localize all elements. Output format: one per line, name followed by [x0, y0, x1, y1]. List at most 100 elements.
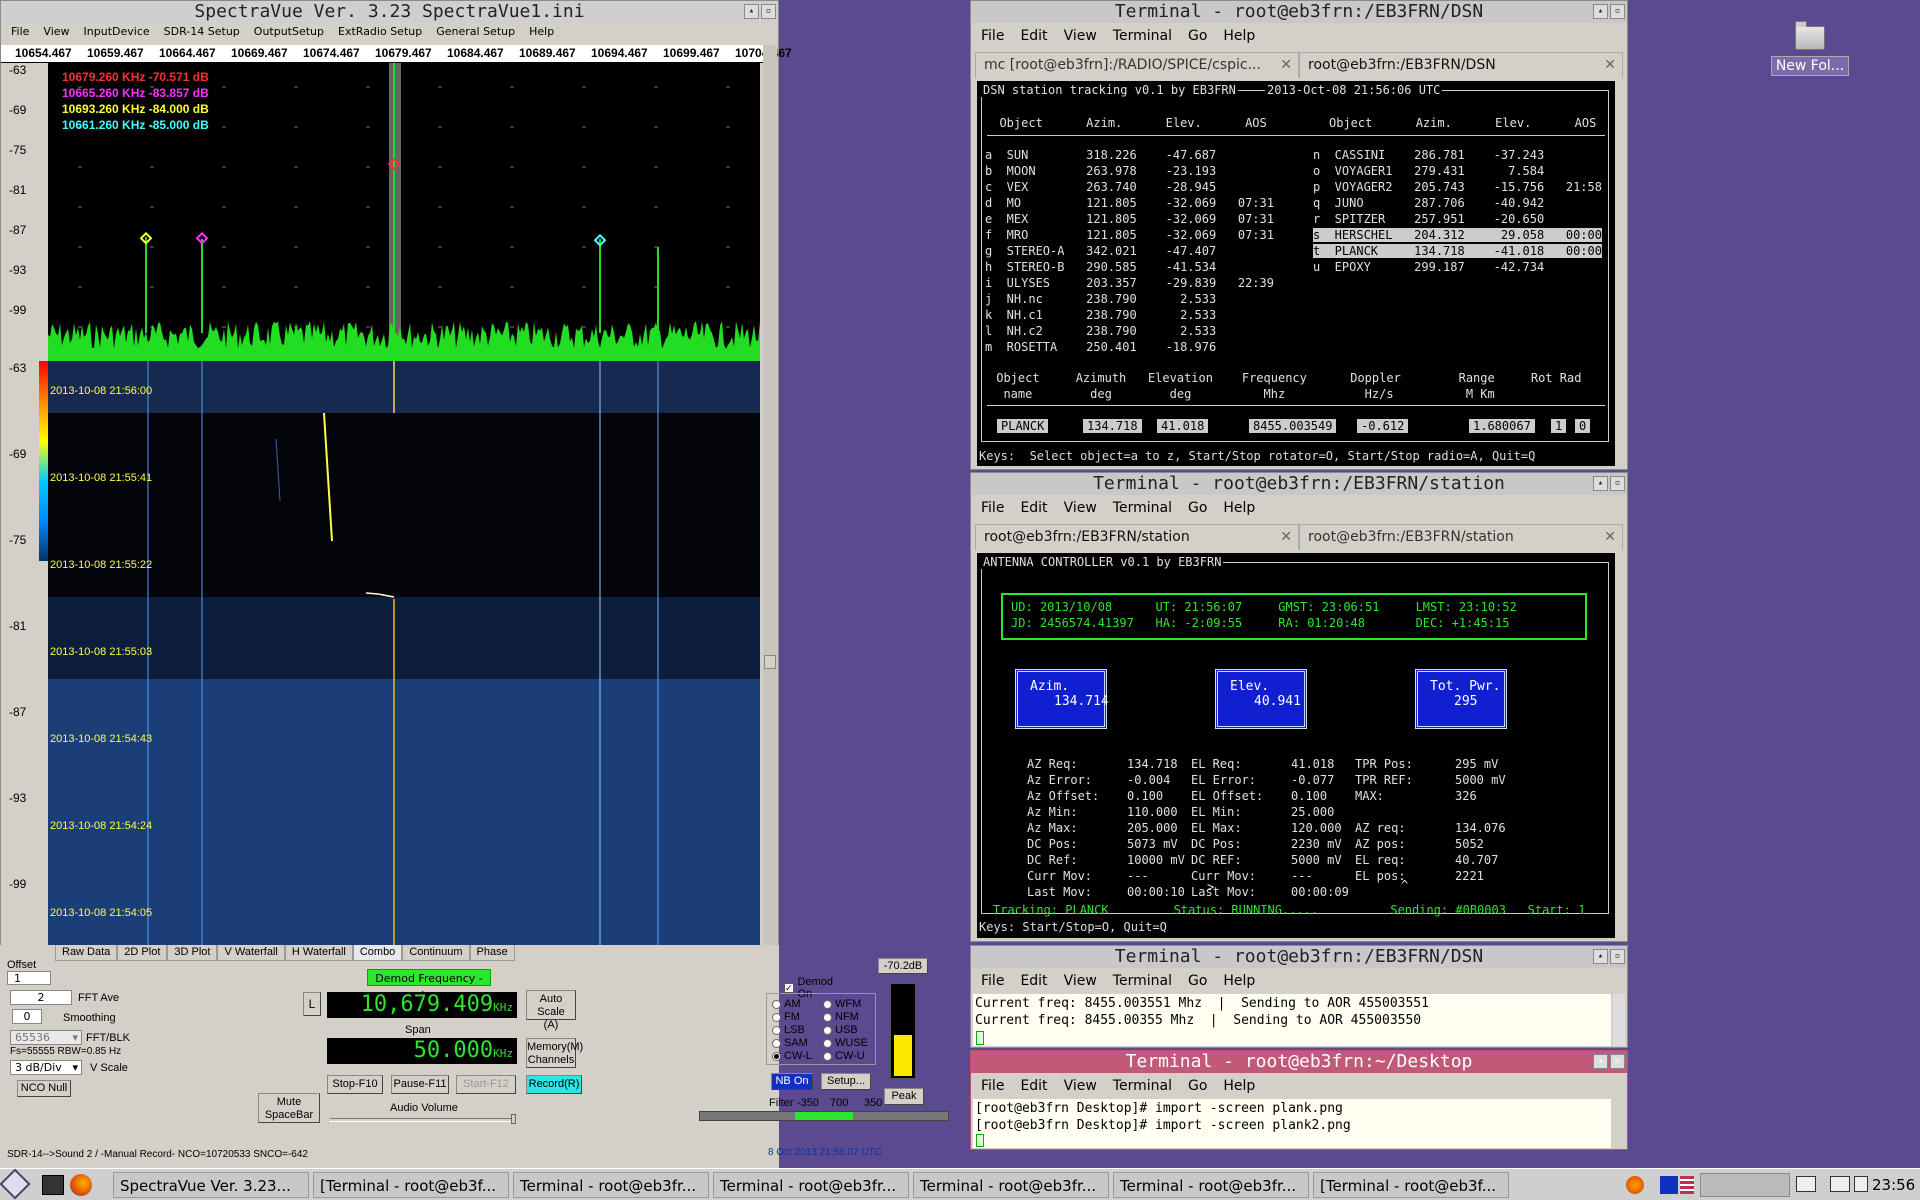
- view-tab-continuum[interactable]: Continuum: [402, 945, 470, 961]
- close-icon[interactable]: ▫: [1610, 949, 1625, 964]
- dsn-object-row[interactable]: f MRO 121.805 -32.069 07:31: [985, 228, 1274, 242]
- mode-usb[interactable]: USB: [823, 1024, 858, 1036]
- menu-edit[interactable]: Edit: [1020, 27, 1047, 45]
- dsn-object-row[interactable]: s HERSCHEL 204.312 29.058 00:00: [1313, 228, 1602, 242]
- menu-file[interactable]: File: [981, 27, 1004, 45]
- minimize-icon[interactable]: ▴: [1593, 476, 1608, 491]
- pause-button[interactable]: Pause-F11: [391, 1075, 449, 1094]
- start-menu-icon[interactable]: [0, 1168, 31, 1200]
- offset-spinner[interactable]: 1: [7, 971, 51, 985]
- menu-edit[interactable]: Edit: [1020, 972, 1047, 990]
- mode-am[interactable]: AM: [772, 998, 801, 1010]
- menu-help[interactable]: Help: [1223, 1077, 1255, 1095]
- menu-help[interactable]: Help: [1223, 972, 1255, 990]
- tray-window-icon-3[interactable]: [1854, 1176, 1868, 1192]
- minimize-icon[interactable]: ▴: [1593, 4, 1608, 19]
- menu-help[interactable]: Help: [529, 23, 554, 41]
- peak-button[interactable]: Peak: [884, 1088, 924, 1105]
- dsn-object-row[interactable]: t PLANCK 134.718 -41.018 00:00: [1313, 244, 1602, 258]
- menu-view[interactable]: View: [1064, 499, 1097, 517]
- menu-edit[interactable]: Edit: [1020, 1077, 1047, 1095]
- minimize-icon[interactable]: ▴: [1593, 1054, 1608, 1069]
- log-scrollbar[interactable]: [1613, 994, 1625, 1046]
- taskbar-item[interactable]: Terminal - root@eb3fr...: [713, 1172, 909, 1198]
- dsn-log-screen[interactable]: Current freq: 8455.003551 Mhz | Sending …: [973, 994, 1611, 1046]
- view-tab-phase[interactable]: Phase: [469, 945, 515, 961]
- terminal-launcher-icon[interactable]: [42, 1175, 64, 1195]
- nb-on-button[interactable]: NB On: [771, 1073, 813, 1090]
- mode-wuse[interactable]: WUSE: [823, 1037, 868, 1049]
- dsn-object-row[interactable]: d MO 121.805 -32.069 07:31: [985, 196, 1274, 210]
- dsn-object-row[interactable]: i ULYSES 203.357 -29.839 22:39: [985, 276, 1274, 290]
- view-tab-3d-plot[interactable]: 3D Plot: [167, 945, 218, 961]
- menu-terminal[interactable]: Terminal: [1113, 27, 1172, 45]
- vertical-scrollbar[interactable]: [763, 45, 777, 945]
- waterfall-display[interactable]: 2013-10-08 21:56:00 2013-10-08 21:55:41 20…: [48, 361, 760, 946]
- close-tab-icon[interactable]: ✕: [1280, 529, 1292, 545]
- spectravue-titlebar[interactable]: SpectraVue Ver. 3.23 SpectraVue1.ini ▴ ▫: [1, 1, 778, 23]
- close-icon[interactable]: ▫: [1610, 1054, 1625, 1069]
- audio-volume-slider[interactable]: [330, 1114, 516, 1124]
- menu-sdr14-setup[interactable]: SDR-14 Setup: [164, 23, 240, 41]
- taskbar-item[interactable]: Terminal - root@eb3fr...: [1113, 1172, 1309, 1198]
- browser-launcher-icon[interactable]: [70, 1174, 92, 1196]
- setup-button[interactable]: Setup...: [821, 1073, 871, 1090]
- taskbar-item[interactable]: Terminal - root@eb3fr...: [913, 1172, 1109, 1198]
- menu-view[interactable]: View: [43, 23, 69, 41]
- tab-dsn[interactable]: root@eb3frn:/EB3FRN/DSN ✕: [1299, 52, 1623, 78]
- span-display[interactable]: 50.000KHz: [327, 1038, 517, 1064]
- tray-window-icon-2[interactable]: [1830, 1176, 1850, 1192]
- desktop-term-screen[interactable]: [root@eb3frn Desktop]# import -screen pl…: [973, 1099, 1611, 1148]
- view-tab-2d-plot[interactable]: 2D Plot: [117, 945, 168, 961]
- filter-slider[interactable]: [699, 1111, 949, 1121]
- menu-view[interactable]: View: [1064, 27, 1097, 45]
- view-tab-h-waterfall[interactable]: H Waterfall: [284, 945, 353, 961]
- clock[interactable]: 23:56: [1872, 1176, 1915, 1194]
- dsn-object-row[interactable]: k NH.c1 238.790 2.533: [985, 308, 1216, 322]
- station-terminal-screen[interactable]: ANTENNA CONTROLLER v0.1 by EB3FRN UD: 20…: [977, 553, 1615, 938]
- menu-terminal[interactable]: Terminal: [1113, 499, 1172, 517]
- mode-cwu[interactable]: CW-U: [823, 1050, 865, 1062]
- desktop-folder-icon[interactable]: New Fol...: [1768, 21, 1852, 76]
- stop-button[interactable]: Stop-F10: [327, 1075, 383, 1094]
- menu-go[interactable]: Go: [1188, 27, 1207, 45]
- mute-button[interactable]: Mute SpaceBar: [258, 1093, 320, 1123]
- taskbar-item[interactable]: Terminal - root@eb3fr...: [513, 1172, 709, 1198]
- close-icon[interactable]: ▫: [1610, 476, 1625, 491]
- menu-view[interactable]: View: [1064, 1077, 1097, 1095]
- menu-file[interactable]: File: [981, 972, 1004, 990]
- menu-extradio-setup[interactable]: ExtRadio Setup: [338, 23, 422, 41]
- dsn-object-row[interactable]: e MEX 121.805 -32.069 07:31: [985, 212, 1274, 226]
- fftblk-select[interactable]: 65536 ▾: [10, 1030, 82, 1045]
- nco-null-button[interactable]: NCO Null: [17, 1080, 71, 1097]
- scrollbar-thumb[interactable]: [764, 655, 776, 669]
- menu-go[interactable]: Go: [1188, 499, 1207, 517]
- menu-outputsetup[interactable]: OutputSetup: [254, 23, 324, 41]
- close-tab-icon[interactable]: ✕: [1280, 57, 1292, 73]
- dsn-object-row[interactable]: o VOYAGER1 279.431 7.584: [1313, 164, 1544, 178]
- menu-go[interactable]: Go: [1188, 1077, 1207, 1095]
- fft-ave-input[interactable]: 2: [10, 990, 72, 1005]
- menu-general-setup[interactable]: General Setup: [436, 23, 515, 41]
- dsn-object-row[interactable]: h STEREO-B 290.585 -41.534: [985, 260, 1216, 274]
- spectrum-plot[interactable]: 10679.260 KHz -70.571 dB 10665.260 KHz -…: [48, 63, 760, 361]
- close-tab-icon[interactable]: ✕: [1604, 529, 1616, 545]
- tray-graph-icon[interactable]: [1680, 1176, 1694, 1194]
- menu-inputdevice[interactable]: InputDevice: [84, 23, 150, 41]
- station-titlebar[interactable]: Terminal - root@eb3frn:/EB3FRN/station ▴…: [971, 473, 1627, 495]
- dsn-titlebar[interactable]: Terminal - root@eb3frn:/EB3FRN/DSN ▴ ▫: [971, 1, 1627, 23]
- menu-help[interactable]: Help: [1223, 27, 1255, 45]
- mode-fm[interactable]: FM: [772, 1011, 800, 1023]
- dsn-object-row[interactable]: l NH.c2 238.790 2.533: [985, 324, 1216, 338]
- view-tab-combo[interactable]: Combo: [352, 945, 403, 961]
- tray-spectravue-icon[interactable]: [1660, 1176, 1678, 1194]
- dsn-object-row[interactable]: c VEX 263.740 -28.945: [985, 180, 1216, 194]
- menu-terminal[interactable]: Terminal: [1113, 1077, 1172, 1095]
- minimize-icon[interactable]: ▴: [1593, 949, 1608, 964]
- memory-channels-button[interactable]: Memory(M) Channels: [526, 1038, 583, 1068]
- lock-l-button[interactable]: L: [303, 992, 321, 1016]
- smoothing-input[interactable]: 0: [12, 1009, 42, 1024]
- vscale-select[interactable]: 3 dB/Div ▾: [10, 1060, 82, 1075]
- volume-handle[interactable]: [511, 1114, 516, 1124]
- close-icon[interactable]: ▫: [1610, 4, 1625, 19]
